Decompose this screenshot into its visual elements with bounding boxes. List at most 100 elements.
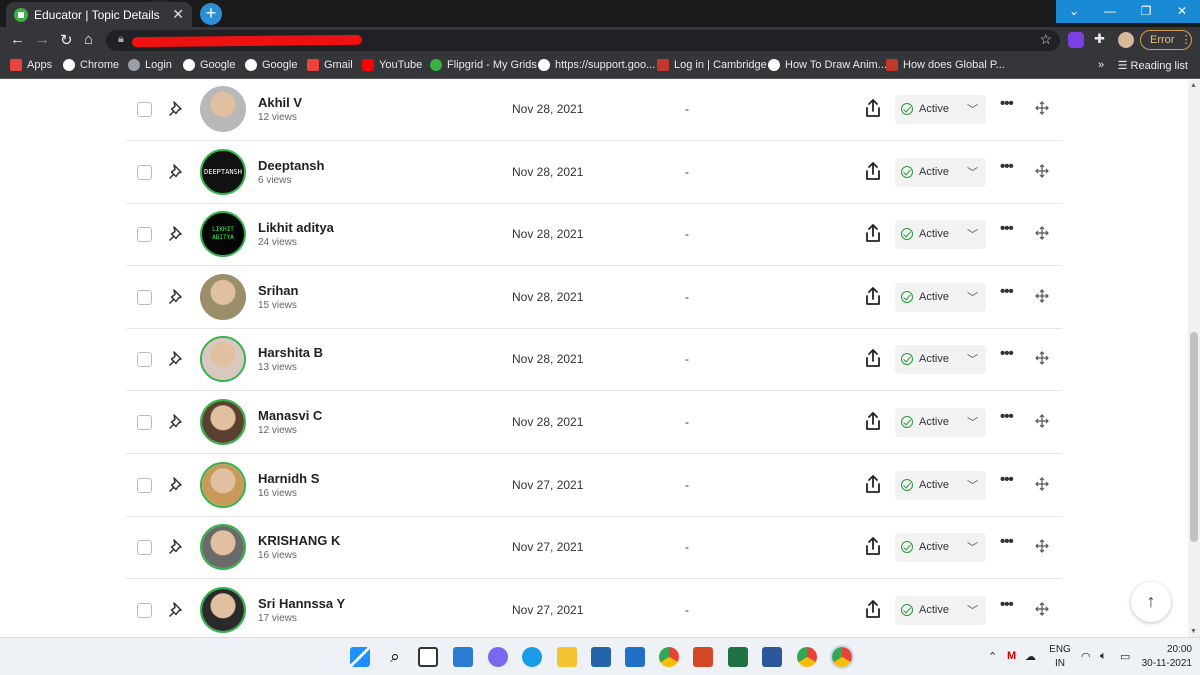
pin-icon[interactable] (166, 162, 186, 182)
bookmark-star-icon[interactable]: ☆ (1039, 31, 1052, 48)
pin-icon[interactable] (166, 475, 186, 495)
select-checkbox[interactable] (137, 102, 152, 117)
drag-move-icon[interactable] (1035, 101, 1049, 115)
forward-arrow-icon[interactable]: → (35, 31, 50, 48)
student-name[interactable]: Harshita B (258, 345, 323, 360)
more-options-icon[interactable]: ••• (1000, 533, 1014, 550)
antivirus-icon[interactable]: M (1007, 650, 1016, 662)
system-clock[interactable]: 20:00 30-11-2021 (1140, 643, 1192, 671)
bookmark-how-to-draw[interactable]: How To Draw Anim... (768, 59, 887, 71)
select-checkbox[interactable] (137, 602, 152, 618)
back-arrow-icon[interactable]: ← (10, 31, 25, 48)
status-dropdown[interactable]: Active ﹀ (895, 470, 986, 500)
avatar[interactable]: DEEPTANSH (200, 148, 246, 195)
bookmark-apps[interactable]: Apps (10, 59, 52, 71)
chrome-active-icon[interactable] (830, 645, 854, 669)
more-bookmarks-chevron-icon[interactable]: » (1098, 59, 1104, 71)
drag-move-icon[interactable] (1035, 414, 1049, 428)
avatar[interactable] (200, 461, 246, 508)
chrome-icon[interactable] (659, 647, 679, 667)
more-options-icon[interactable]: ••• (1000, 95, 1014, 112)
onedrive-cloud-icon[interactable]: ☁ (1025, 650, 1036, 663)
chevron-up-icon[interactable]: ⌃ (988, 650, 997, 663)
select-checkbox[interactable] (137, 289, 152, 305)
vertical-scrollbar[interactable]: ▲ ▼ (1188, 80, 1200, 637)
word-icon[interactable] (762, 647, 782, 667)
avatar[interactable] (200, 586, 246, 633)
reading-list-button[interactable]: ☰ Reading list (1118, 59, 1188, 72)
drag-move-icon[interactable] (1035, 539, 1049, 554)
scroll-to-top-button[interactable]: ↑ (1131, 582, 1171, 622)
restore-button[interactable]: ❐ (1128, 0, 1164, 23)
search-icon[interactable]: ⌕ (385, 647, 405, 667)
drag-move-icon[interactable] (1035, 476, 1049, 491)
response-row[interactable]: LIKHIT ADITYA Likhit aditya 24 views Nov… (126, 204, 1062, 267)
language-indicator[interactable]: ENG IN (1049, 643, 1071, 671)
windows-start-icon[interactable] (350, 647, 370, 667)
drag-move-icon[interactable] (1035, 226, 1049, 241)
response-row[interactable]: Srihan 15 views Nov 28, 2021 - Active ﹀ … (126, 267, 1062, 329)
file-explorer-icon[interactable] (557, 647, 577, 667)
task-view-icon[interactable] (418, 647, 438, 667)
mail-icon[interactable] (625, 647, 645, 667)
scroll-up-arrow-icon[interactable]: ▲ (1190, 82, 1197, 89)
bookmark-support-google[interactable]: https://support.goo... (538, 59, 655, 71)
store-icon[interactable] (591, 647, 611, 667)
select-checkbox[interactable] (137, 477, 152, 493)
volume-icon[interactable]: 🔈︎ (1100, 650, 1107, 663)
status-dropdown[interactable]: Active ﹀ (895, 595, 986, 625)
avatar[interactable] (200, 86, 246, 132)
more-options-icon[interactable]: ••• (1000, 471, 1014, 488)
response-row[interactable]: DEEPTANSH Deeptansh 6 views Nov 28, 2021… (126, 142, 1062, 204)
browser-tab[interactable]: Educator | Topic Details ✕ (6, 2, 192, 27)
bookmark-youtube[interactable]: YouTube (362, 59, 422, 71)
pin-icon[interactable] (166, 537, 186, 557)
profile-avatar[interactable] (1118, 32, 1134, 48)
bookmark-chrome[interactable]: Chrome (63, 59, 119, 71)
student-name[interactable]: Akhil V (258, 95, 302, 110)
avatar[interactable] (200, 399, 246, 445)
select-checkbox[interactable] (137, 164, 152, 180)
home-icon[interactable]: ⌂ (84, 31, 93, 48)
chat-icon[interactable] (488, 647, 508, 667)
bookmark-flipgrid[interactable]: Flipgrid - My Grids (430, 59, 537, 71)
more-options-icon[interactable]: ••• (1000, 596, 1014, 613)
status-dropdown[interactable]: Active ﹀ (895, 157, 986, 187)
share-icon[interactable] (864, 348, 882, 368)
status-dropdown[interactable]: Active ﹀ (895, 408, 986, 437)
more-options-icon[interactable]: ••• (1000, 220, 1014, 237)
bookmark-cambridge-login[interactable]: Log in | Cambridge (657, 59, 767, 71)
status-dropdown[interactable]: Active ﹀ (895, 533, 986, 563)
status-dropdown[interactable]: Active ﹀ (895, 220, 986, 250)
select-checkbox[interactable] (137, 415, 152, 430)
avatar[interactable]: LIKHIT ADITYA (200, 211, 246, 258)
close-tab-icon[interactable]: ✕ (172, 6, 184, 23)
more-options-icon[interactable]: ••• (1000, 158, 1014, 175)
share-icon[interactable] (864, 161, 882, 181)
response-row[interactable]: Akhil V 12 views Nov 28, 2021 - Active ﹀… (126, 80, 1062, 141)
pin-icon[interactable] (166, 412, 186, 432)
drag-move-icon[interactable] (1035, 288, 1049, 303)
student-name[interactable]: Manasvi C (258, 408, 322, 423)
new-tab-button[interactable]: + (200, 3, 222, 25)
status-dropdown[interactable]: Active ﹀ (895, 95, 986, 124)
widgets-icon[interactable] (453, 647, 473, 667)
pin-icon[interactable] (166, 224, 186, 244)
pin-icon[interactable] (166, 99, 186, 119)
share-icon[interactable] (864, 223, 882, 243)
select-checkbox[interactable] (137, 352, 152, 368)
bookmark-google-2[interactable]: Google (245, 59, 297, 71)
reload-icon[interactable]: ↻ (60, 31, 73, 49)
puzzle-extensions-icon[interactable]: ✚ (1094, 31, 1105, 47)
bookmark-global[interactable]: How does Global P... (886, 59, 1005, 71)
select-checkbox[interactable] (137, 227, 152, 243)
minimize-button[interactable]: — (1092, 0, 1128, 23)
share-icon[interactable] (864, 536, 882, 556)
more-options-icon[interactable]: ••• (1000, 283, 1014, 300)
response-row[interactable]: KRISHANG K 16 views Nov 27, 2021 - Activ… (126, 517, 1062, 580)
pin-icon[interactable] (166, 287, 186, 307)
bookmark-gmail[interactable]: Gmail (307, 59, 353, 71)
drag-move-icon[interactable] (1035, 351, 1049, 366)
bookmark-login[interactable]: Login (128, 59, 172, 71)
extension-icon[interactable] (1068, 32, 1084, 48)
